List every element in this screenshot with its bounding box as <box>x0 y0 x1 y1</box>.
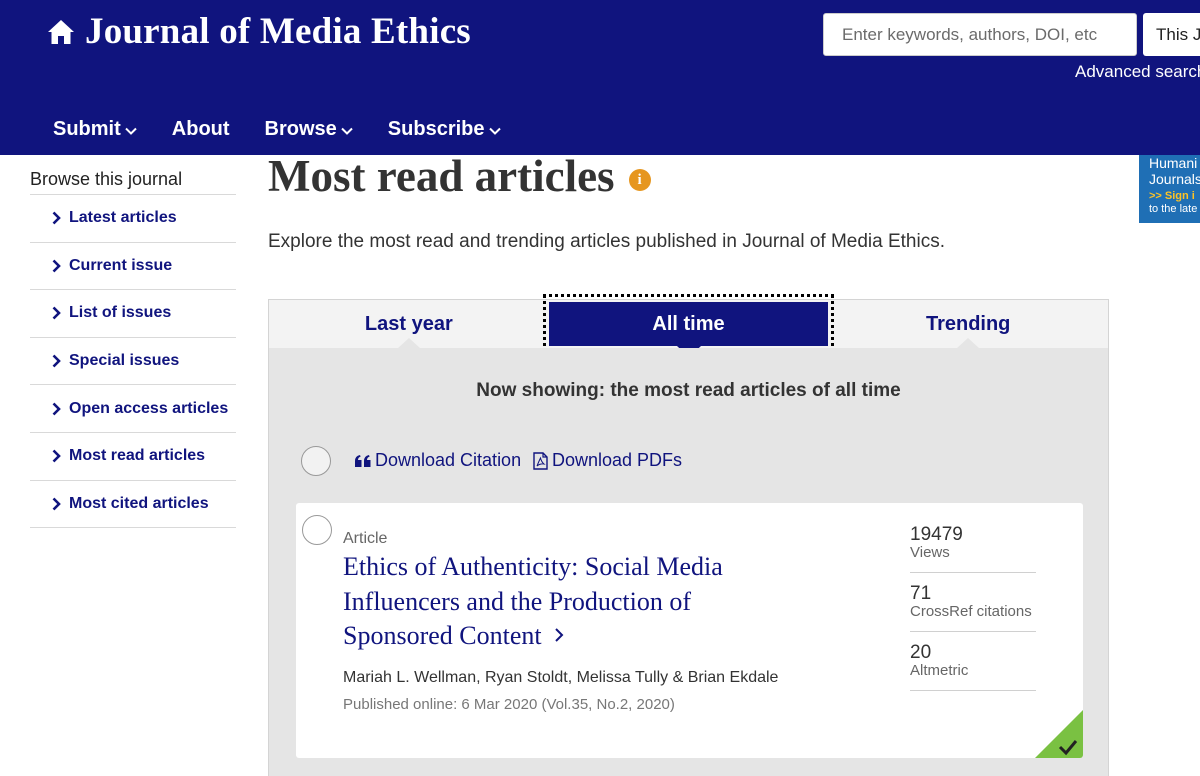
metric-value: 71 <box>910 583 932 604</box>
page-title: Most read articles <box>268 151 615 201</box>
info-icon[interactable]: i <box>628 169 651 191</box>
promo-signin-link[interactable]: >> Sign i <box>1149 190 1200 203</box>
promo-line: Journals <box>1149 171 1200 187</box>
sidebar-item-most-cited-articles[interactable]: Most cited articles <box>30 481 236 529</box>
chevron-right-icon <box>52 449 61 463</box>
article-published-date: Published online: 6 Mar 2020 (Vol.35, No… <box>343 696 675 713</box>
metric-label: Altmetric <box>910 662 969 679</box>
download-citation-label: Download Citation <box>375 450 522 470</box>
sidebar-item-label: Open access articles <box>69 399 229 417</box>
chevron-right-icon <box>555 628 564 642</box>
sidebar-item-special-issues[interactable]: Special issues <box>30 338 236 386</box>
download-citation-link[interactable]: Download Citation <box>355 450 521 471</box>
metric-altmetric: 20 Altmetric <box>910 633 1036 691</box>
article-title-link[interactable]: Ethics of Authenticity: Social Media Inf… <box>343 550 783 654</box>
journal-brand[interactable]: Journal of Media Ethics <box>47 10 471 53</box>
chevron-right-icon <box>52 354 61 368</box>
tab-label: All time <box>652 312 725 335</box>
chevron-down-icon <box>125 127 137 135</box>
sidebar-item-label: Special issues <box>69 352 180 370</box>
tab-last-year[interactable]: Last year <box>269 300 549 349</box>
free-access-check-icon <box>1035 710 1083 758</box>
metric-label: Views <box>910 544 950 561</box>
promo-line: Humani <box>1149 155 1198 171</box>
journal-title: Journal of Media Ethics <box>85 11 471 52</box>
sidebar-title: Browse this journal <box>30 165 236 195</box>
sidebar-item-label: Latest articles <box>69 209 177 227</box>
sidebar-list: Latest articles Current issue List of is… <box>30 195 236 529</box>
article-card: Article Ethics of Authenticity: Social M… <box>296 503 1083 758</box>
select-all-checkbox[interactable] <box>301 446 331 476</box>
tab-bar: Last year All time Trending <box>268 294 1109 357</box>
promo-banner[interactable]: Humani Journals >> Sign i to the late <box>1139 155 1200 223</box>
sidebar-item-most-read-articles[interactable]: Most read articles <box>30 433 236 481</box>
home-icon <box>48 19 74 44</box>
article-select-checkbox[interactable] <box>302 515 332 545</box>
tab-label: Trending <box>925 312 1011 335</box>
site-header: Journal of Media Ethics This Jo Advanced… <box>0 0 1200 155</box>
sidebar-item-label: List of issues <box>69 304 172 322</box>
nav-subscribe[interactable]: Subscribe <box>388 118 501 141</box>
nav-label: Browse <box>264 118 337 140</box>
search-input[interactable] <box>823 13 1137 56</box>
sidebar-item-label: Most cited articles <box>69 494 209 512</box>
nav-label: About <box>171 118 230 140</box>
sidebar: Browse this journal Latest articles Curr… <box>30 165 236 529</box>
metric-label: CrossRef citations <box>910 603 1032 620</box>
tab-label: Last year <box>364 312 453 335</box>
metric-crossref-citations: 71 CrossRef citations <box>910 574 1036 632</box>
chevron-right-icon <box>52 307 61 320</box>
page-title-row: Most read articles i <box>268 150 651 202</box>
main-nav: Submit About Browse Subscribe <box>53 118 536 141</box>
download-pdfs-label: Download PDFs <box>552 450 683 470</box>
nav-label: Subscribe <box>387 118 485 140</box>
sidebar-item-current-issue[interactable]: Current issue <box>30 243 236 291</box>
tab-all-time[interactable]: All time <box>542 294 835 357</box>
metric-views: 19479 Views <box>910 515 1036 573</box>
pdf-file-icon <box>533 451 548 470</box>
article-title: Ethics of Authenticity: Social Media Inf… <box>343 552 723 650</box>
nav-about[interactable]: About <box>172 118 230 141</box>
page-intro: Explore the most read and trending artic… <box>268 231 945 252</box>
metric-value: 20 <box>910 642 932 663</box>
chevron-right-icon <box>52 259 61 273</box>
tab-trending[interactable]: Trending <box>828 300 1108 349</box>
quote-icon <box>355 454 371 467</box>
sidebar-item-open-access-articles[interactable]: Open access articles <box>30 385 236 433</box>
chevron-right-icon <box>52 211 61 225</box>
promo-line: to the late <box>1149 203 1198 215</box>
nav-browse[interactable]: Browse <box>265 118 353 141</box>
advanced-search-link[interactable]: Advanced search <box>1075 62 1200 82</box>
nav-label: Submit <box>53 118 121 140</box>
chevron-right-icon <box>52 497 61 511</box>
sidebar-item-label: Most read articles <box>69 447 206 465</box>
chevron-right-icon <box>52 402 61 416</box>
now-showing-text: Now showing: the most read articles of a… <box>476 380 901 401</box>
sidebar-item-label: Current issue <box>69 256 173 274</box>
article-type: Article <box>343 530 388 547</box>
nav-submit[interactable]: Submit <box>53 118 137 141</box>
chevron-down-icon <box>488 127 501 135</box>
sidebar-item-list-of-issues[interactable]: List of issues <box>30 290 236 338</box>
chevron-down-icon <box>341 127 353 135</box>
search-scope-select[interactable]: This Jo <box>1143 13 1200 56</box>
metric-value: 19479 <box>910 524 963 545</box>
article-authors: Mariah L. Wellman, Ryan Stoldt, Melissa … <box>343 669 779 686</box>
results-panel: Now showing: the most read articles of a… <box>268 348 1109 776</box>
download-pdfs-link[interactable]: Download PDFs <box>533 450 682 471</box>
sidebar-item-latest-articles[interactable]: Latest articles <box>30 195 236 243</box>
